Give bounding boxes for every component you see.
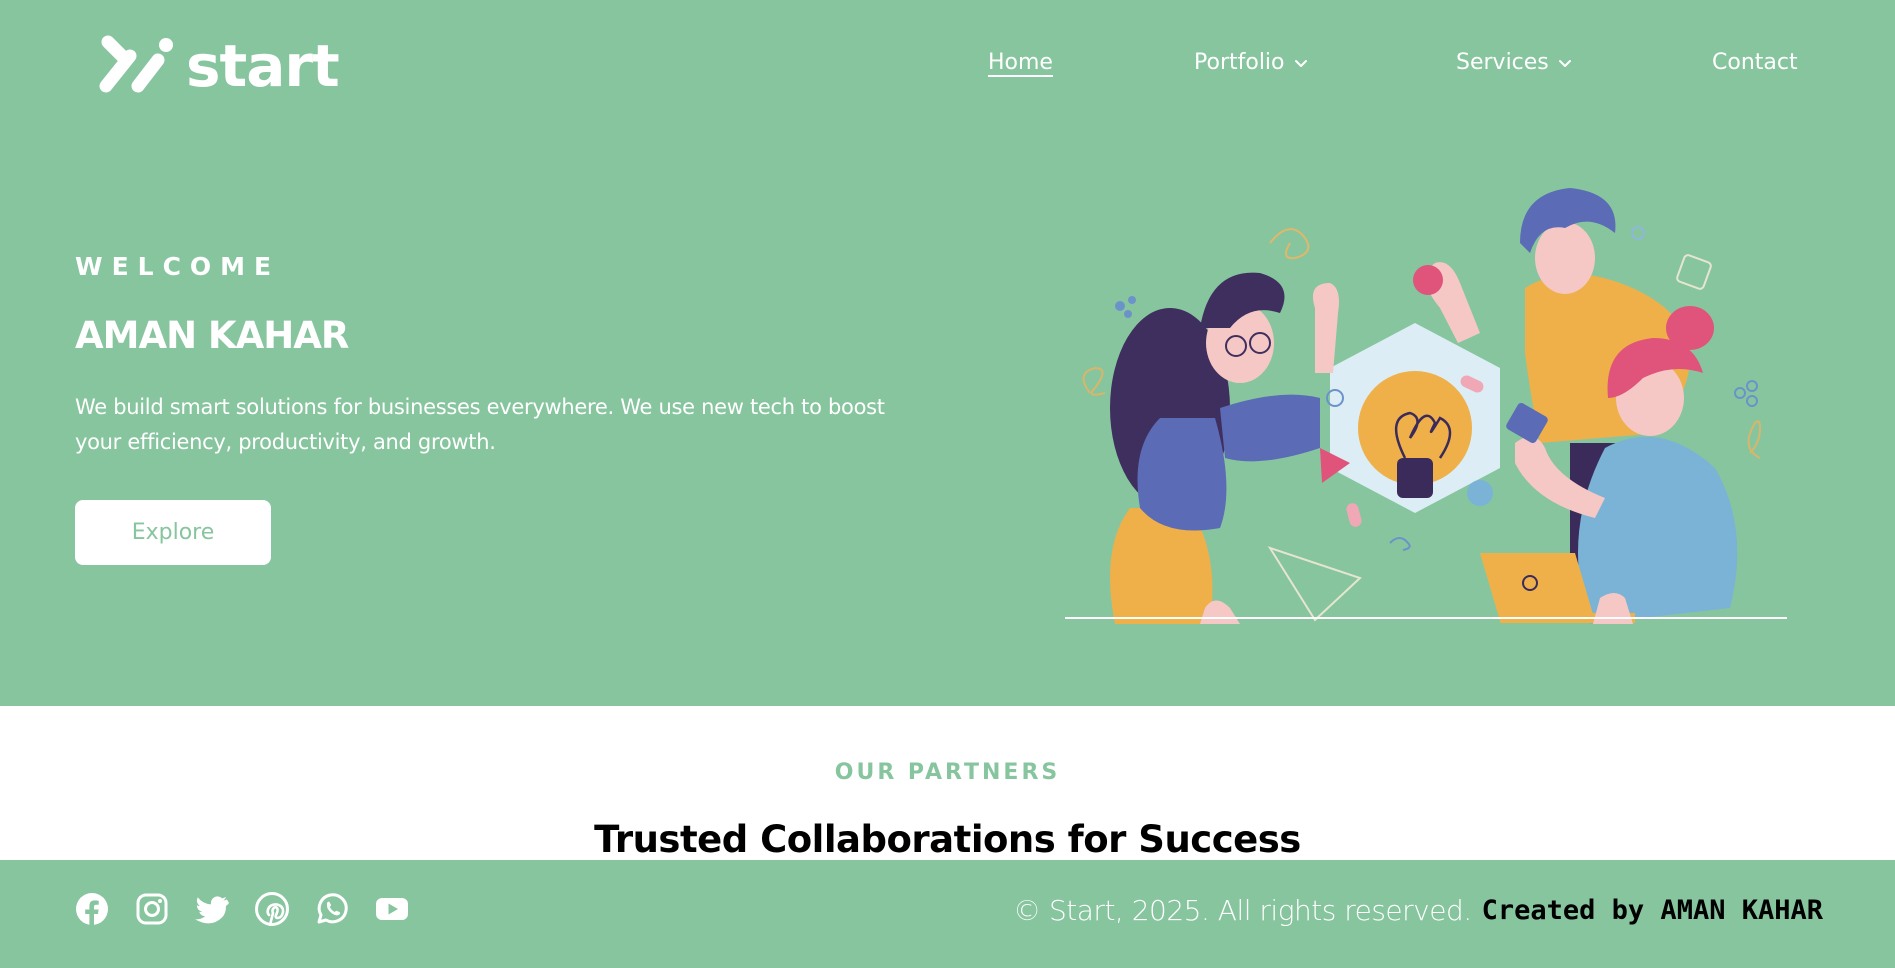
credit-text: Created by AMAN KAHAR (1481, 895, 1823, 926)
logo[interactable]: start (86, 32, 340, 100)
twitter-icon[interactable] (195, 892, 229, 926)
explore-button[interactable]: Explore (75, 500, 271, 565)
facebook-icon[interactable] (75, 892, 109, 926)
copyright: © Start, 2025. All rights reserved. Crea… (1013, 894, 1823, 927)
copyright-text: © Start, 2025. All rights reserved. (1013, 894, 1472, 927)
nav-contact[interactable]: Contact (1712, 50, 1798, 75)
nav-services-label: Services (1456, 50, 1549, 75)
partners-eyebrow: OUR PARTNERS (834, 760, 1061, 785)
footer: © Start, 2025. All rights reserved. Crea… (0, 860, 1895, 968)
chevron-down-icon (1558, 59, 1571, 67)
partners-title: Trusted Collaborations for Success (594, 818, 1301, 861)
pinterest-icon[interactable] (255, 892, 289, 926)
hero-eyebrow: WELCOME (75, 252, 281, 281)
logo-mark-icon (99, 35, 173, 93)
nav-services[interactable]: Services (1456, 50, 1573, 75)
nav-contact-label: Contact (1712, 50, 1798, 75)
partners-section: OUR PARTNERS Trusted Collaborations for … (0, 706, 1895, 861)
nav-home-label: Home (988, 50, 1053, 75)
whatsapp-icon[interactable] (315, 892, 349, 926)
youtube-icon[interactable] (375, 892, 409, 926)
nav-home[interactable]: Home (988, 50, 1053, 75)
instagram-icon[interactable] (135, 892, 169, 926)
nav-portfolio-label: Portfolio (1194, 50, 1285, 75)
hero-title: AMAN KAHAR (75, 314, 349, 357)
hero-description: We build smart solutions for businesses … (75, 395, 885, 454)
team-illustration (1065, 188, 1787, 624)
hero-section: start Home Portfolio Services Contact WE… (0, 0, 1895, 706)
social-links (75, 892, 409, 926)
chevron-down-icon (1294, 59, 1307, 67)
nav-portfolio[interactable]: Portfolio (1194, 50, 1309, 75)
brand-name: start (186, 32, 340, 100)
